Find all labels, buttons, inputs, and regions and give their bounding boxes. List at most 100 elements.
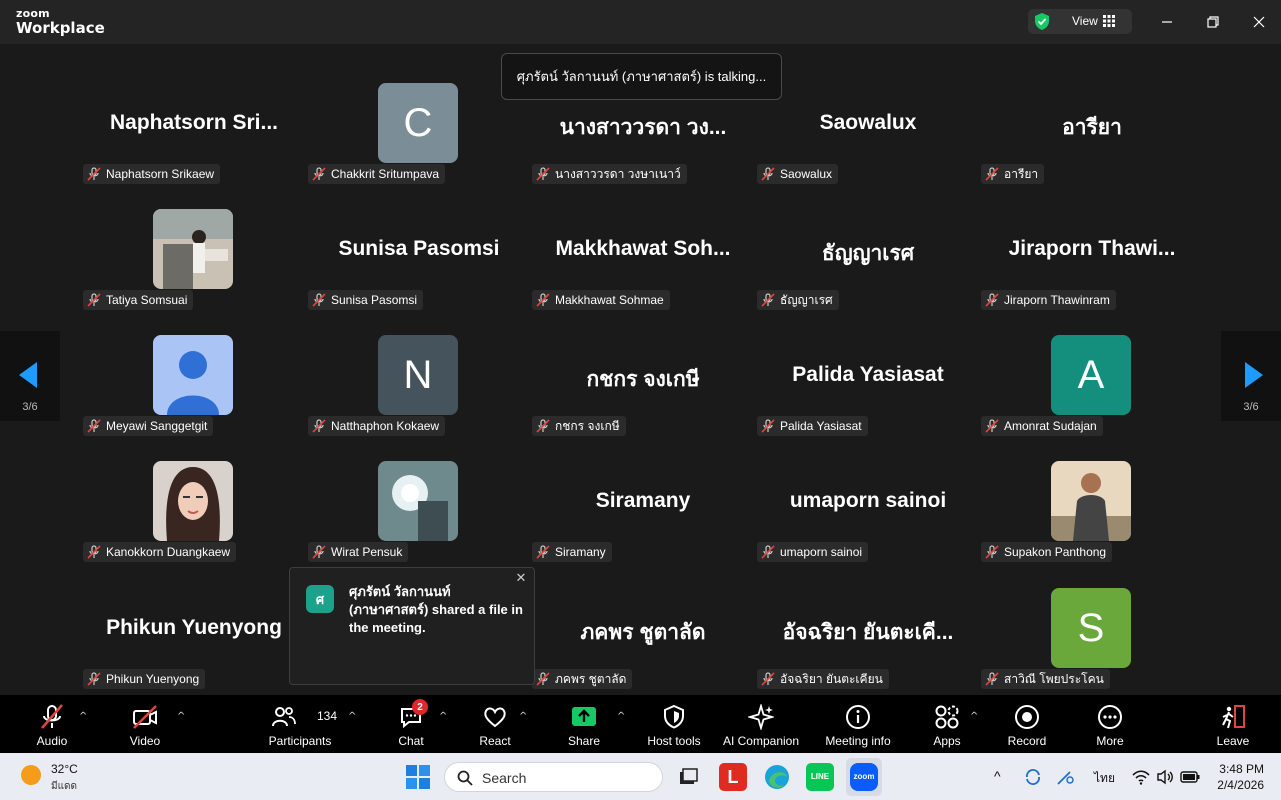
share-screen-icon [572,707,596,726]
volume-icon[interactable] [1156,769,1174,785]
previous-page-button[interactable]: 3/6 [0,331,60,421]
task-view-button[interactable] [674,763,702,791]
close-button[interactable] [1247,10,1271,34]
tray-overflow-chevron-icon[interactable]: ^ [994,768,1001,784]
taskbar-app-l-icon[interactable]: L [719,763,747,791]
info-icon [846,705,870,729]
next-page-button[interactable]: 3/6 [1221,331,1281,421]
language-indicator[interactable]: ไทย [1094,769,1115,788]
participant-tile[interactable]: Saowalux Saowalux [757,83,979,208]
mic-muted-icon [87,293,101,307]
participant-tile[interactable]: อารียา อารียา [981,83,1203,208]
mic-muted-icon [985,545,999,559]
arrow-right-icon [1245,362,1263,388]
edge-browser-icon[interactable] [763,763,791,791]
share-options-chevron-icon[interactable]: ^ [617,711,625,722]
participant-tile[interactable]: Makkhawat Soh... Makkhawat Sohmae [532,209,754,334]
taskbar-search-box[interactable]: Search [444,762,663,792]
participant-name: Phikun Yuenyong [106,672,200,686]
sync-icon[interactable] [1024,768,1042,786]
video-options-chevron-icon[interactable]: ^ [177,711,185,722]
react-button[interactable]: React [478,695,512,753]
record-button[interactable]: Record [1005,695,1049,753]
participant-name: Saowalux [780,167,833,181]
participant-name-label: นางสาววรดา วงษาเนาว์ [532,164,687,184]
participant-tile[interactable]: C Chakkrit Sritumpava [308,83,530,208]
ai-companion-button[interactable]: AI Companion [719,695,803,753]
view-label: View [1072,14,1098,28]
clock-date: 2/4/2026 [1217,778,1264,792]
participant-tile[interactable]: นางสาววรดา วง... นางสาววรดา วงษาเนาว์ [532,83,754,208]
meeting-info-button[interactable]: Meeting info [819,695,897,753]
line-app-icon[interactable]: LINE [806,763,834,791]
sun-icon[interactable] [20,764,42,786]
apps-button[interactable]: Apps [930,695,964,753]
arrow-left-icon [19,362,37,388]
edge-icon [765,765,789,789]
participant-tile[interactable]: Supakon Panthong [981,461,1203,586]
audio-options-chevron-icon[interactable]: ^ [79,711,87,722]
participant-tile[interactable]: A Amonrat Sudajan [981,335,1203,460]
battery-icon[interactable] [1180,770,1200,784]
participant-name: นางสาววรดา วงษาเนาว์ [555,166,681,181]
audio-button[interactable]: Audio [35,695,69,753]
mic-muted-icon [985,672,999,686]
participant-tile[interactable]: Meyawi Sanggetgit [83,335,305,460]
share-button[interactable]: Share [567,695,601,753]
leave-button[interactable]: Leave [1214,695,1252,753]
close-notification-icon[interactable]: ✕ [514,572,528,586]
chat-button[interactable]: 2 Chat [395,695,428,753]
participant-tile[interactable]: ธัญญาเรศ ธัญญาเรศ [757,209,979,334]
video-label: Video [129,734,161,748]
participant-tile[interactable]: Jiraporn Thawi... Jiraporn Thawinram [981,209,1203,334]
file-share-notification[interactable]: ศ ศุภรัตน์ วัลกานนท์ (ภาษาศาสตร์) shared… [289,567,535,685]
ime-pen-icon[interactable] [1056,768,1074,786]
minimize-icon [1162,21,1172,23]
react-options-chevron-icon[interactable]: ^ [519,711,527,722]
participant-avatar: S [1051,588,1131,668]
participant-photo [153,335,233,415]
participant-tile[interactable]: Sunisa Pasomsi Sunisa Pasomsi [308,209,530,334]
participants-options-chevron-icon[interactable]: ^ [348,711,356,722]
weather-temperature[interactable]: 32°C [51,762,78,776]
video-button[interactable]: Video [128,695,162,753]
camera-off-icon [133,705,157,729]
participant-tile[interactable]: Palida Yasiasat Palida Yasiasat [757,335,979,460]
participant-avatar: N [378,335,458,415]
participant-name: Natthaphon Kokaew [331,419,440,433]
participant-name-label: Siramany [532,542,612,562]
participant-name-label: สาวิณี โพยประโคน [981,669,1110,689]
windows-start-icon[interactable] [405,764,431,790]
participant-name: อัจฉริยา ยันตะเคียน [780,671,883,686]
brand-small: zoom [16,7,50,20]
participant-display-name: อัจฉริยา ยันตะเคี... [782,621,954,644]
security-shield-icon[interactable] [1033,12,1051,31]
apps-label: Apps [933,734,961,748]
host-tools-button[interactable]: Host tools [643,695,705,753]
mic-muted-icon [312,545,326,559]
participant-name: Sunisa Pasomsi [331,293,418,307]
participant-name-label: Palida Yasiasat [757,416,868,436]
chat-options-chevron-icon[interactable]: ^ [439,711,447,722]
participant-tile[interactable]: umaporn sainoi umaporn sainoi [757,461,979,586]
apps-options-chevron-icon[interactable]: ^ [970,711,978,722]
participant-tile[interactable]: N Natthaphon Kokaew [308,335,530,460]
restore-button[interactable] [1201,10,1225,34]
wifi-icon[interactable] [1132,769,1150,785]
mic-muted-icon [761,419,775,433]
more-button[interactable]: More [1092,695,1128,753]
zoom-taskbar-button[interactable]: zoom [846,758,882,796]
participant-display-name: ภคพร ชูตาลัด [580,621,706,644]
mic-muted-icon [41,704,63,729]
minimize-button[interactable] [1155,10,1179,34]
participant-tile[interactable]: Tatiya Somsuai [83,209,305,334]
participant-photo [153,209,233,289]
participant-tile[interactable]: กชกร จงเกษี กชกร จงเกษี [532,335,754,460]
system-clock[interactable]: 3:48 PM 2/4/2026 [1217,761,1264,793]
participant-tile[interactable]: Naphatsorn Sri... Naphatsorn Srikaew [83,83,305,208]
participant-name: กชกร จงเกษี [555,418,620,433]
page-indicator-left: 3/6 [22,401,38,413]
participant-tile[interactable]: Siramany Siramany [532,461,754,586]
participant-tile[interactable]: Kanokkorn Duangkaew [83,461,305,586]
participants-button[interactable]: Participants [266,695,334,753]
